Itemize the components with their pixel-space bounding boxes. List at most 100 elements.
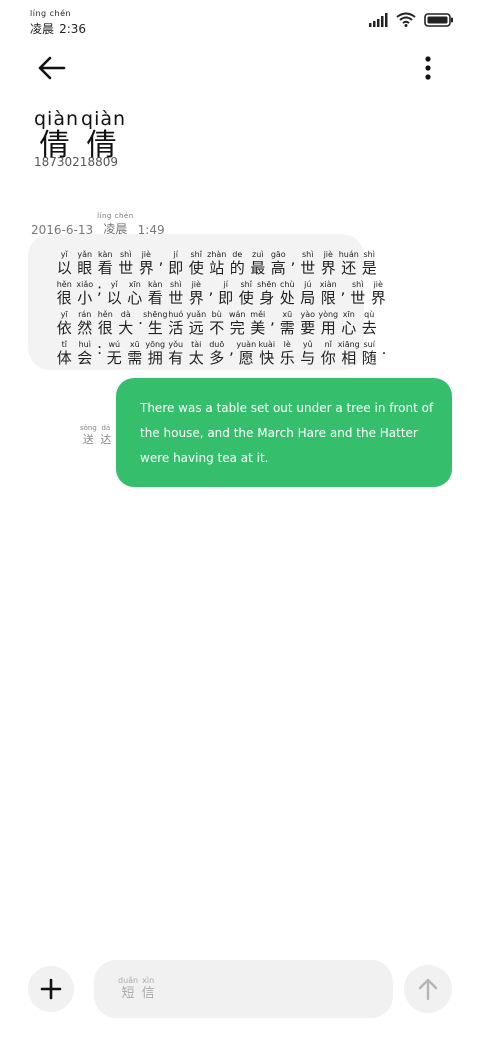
delivered-status-char: dá 达	[100, 424, 112, 446]
ruby-char: hěn 很	[97, 310, 113, 337]
ruby-char: shǐ 使	[188, 250, 204, 277]
more-vertical-icon	[425, 56, 431, 80]
ruby-char: kuài 快	[258, 340, 276, 367]
ruby-char: kàn 看	[97, 250, 113, 277]
ruby-char: xū 需	[279, 310, 295, 337]
ruby-char: huó 活	[168, 310, 184, 337]
ruby-char: xiàn 限	[319, 280, 337, 307]
message-input[interactable]: duǎn 短 xìn 信	[94, 960, 393, 1018]
send-arrow-icon	[418, 978, 438, 1001]
ruby-char: shēn 身	[257, 280, 277, 307]
ruby-char: ,	[270, 310, 275, 328]
ruby-char: .	[381, 340, 387, 358]
status-icons	[368, 12, 454, 27]
ruby-char: yǎn 眼	[77, 250, 93, 277]
ruby-char: jí 即	[218, 280, 234, 307]
status-time-ruby: líng chén	[30, 9, 72, 18]
ruby-char: yǐ 以	[56, 250, 72, 277]
message-line: hěn 很 xiǎo 小; yǐ 以 xīn 心 kàn 看 shì 世 jiè 界, jí 即 shǐ 使 shē…	[54, 280, 386, 307]
incoming-message-bubble[interactable]: yǐ 以 yǎn 眼 kàn 看 shì 世 jiè 界, jí 即 shǐ 使 zhàn 站 de 的 zuì 最 g…	[28, 234, 387, 370]
ruby-char: qù 去	[361, 310, 377, 337]
ruby-char: jiè 界	[370, 280, 386, 307]
ruby-char: xū 需	[127, 340, 143, 367]
back-button[interactable]	[32, 52, 72, 84]
outgoing-message-bubble[interactable]: There was a table set out under a tree i…	[116, 378, 452, 487]
ruby-char: tǐ 体	[56, 340, 72, 367]
ruby-char: ;	[96, 280, 103, 298]
ruby-char: jiè 界	[138, 250, 154, 277]
ruby-char: shì 世	[350, 280, 366, 307]
ruby-char: ,	[158, 250, 164, 268]
ruby-char: zhàn 站	[207, 250, 227, 277]
ruby-char: :	[96, 340, 103, 358]
ruby-char: ,	[229, 340, 234, 358]
ruby-char: yǒu 有	[168, 340, 184, 367]
ruby-char: yǐ 以	[106, 280, 122, 307]
send-button[interactable]	[404, 965, 452, 1013]
back-arrow-icon	[38, 56, 66, 80]
ruby-char: ,	[340, 280, 346, 298]
ruby-char: shì 世	[118, 250, 134, 277]
ruby-char: huì 会	[77, 340, 93, 367]
ruby-char: rán 然	[77, 310, 93, 337]
ruby-char: xiāng 相	[337, 340, 360, 367]
ruby-char: dà 大	[118, 310, 134, 337]
ruby-char: shì 是	[361, 250, 377, 277]
ruby-char: měi 美	[250, 310, 266, 337]
placeholder-char: duǎn 短	[118, 976, 139, 1001]
ruby-char: yòng 用	[318, 310, 339, 337]
ruby-char: jiè 界	[188, 280, 204, 307]
ruby-char: shì 世	[300, 250, 316, 277]
ruby-char: shǐ 使	[238, 280, 254, 307]
ruby-char: nǐ 你	[320, 340, 336, 367]
ruby-char: suí 随	[361, 340, 377, 367]
ruby-char: gāo 高	[270, 250, 286, 277]
ruby-char: jí 即	[168, 250, 184, 277]
ruby-char: hěn 很	[56, 280, 72, 307]
ruby-char: ,	[208, 280, 214, 298]
ruby-char: yōng 拥	[145, 340, 166, 367]
ruby-char: xīn 心	[127, 280, 143, 307]
ruby-char: ,	[290, 250, 296, 268]
ruby-char: yào 要	[300, 310, 316, 337]
message-line: yǐ 以 yǎn 眼 kàn 看 shì 世 jiè 界, jí 即 shǐ 使 zhàn 站 de 的 zuì 最 g…	[54, 250, 377, 277]
plus-icon	[40, 978, 62, 1000]
ruby-char: lè 乐	[279, 340, 295, 367]
delivered-status: sòng 送 dá 达	[80, 424, 113, 446]
message-line: tǐ 体 huì 会: wú 无 xū 需 yōng 拥 yǒu 有 tài 太 duō 多, yuàn 愿 kuà…	[54, 340, 387, 367]
ruby-char: de 的	[229, 250, 245, 277]
message-line: yī 依 rán 然 hěn 很 dà 大. shēng 生 huó 活 yuǎn 远 bù 不 wán 完 měi…	[54, 310, 377, 337]
status-time-value: 2:36	[59, 22, 87, 36]
ruby-char: bù 不	[209, 310, 225, 337]
ruby-char: jú 局	[300, 280, 316, 307]
ruby-char: jiè 界	[320, 250, 336, 277]
ruby-char: wú 无	[106, 340, 122, 367]
status-bar: líng chén 凌晨 2:36	[0, 0, 480, 40]
ruby-char: zuì 最	[250, 250, 266, 277]
ruby-char: yǔ 与	[300, 340, 316, 367]
outgoing-message-text: There was a table set out under a tree i…	[140, 401, 434, 465]
ruby-char: yī 依	[56, 310, 72, 337]
ruby-char: xīn 心	[341, 310, 357, 337]
placeholder-char: xìn 信	[141, 976, 155, 1001]
ruby-char: duō 多	[209, 340, 225, 367]
message-thread-screen: líng chén 凌晨 2:36 qiàn 倩 qiàn 倩 18730218…	[0, 0, 480, 1040]
add-attachment-button[interactable]	[28, 966, 74, 1012]
ruby-char: chù 处	[279, 280, 295, 307]
ruby-char: shēng 生	[143, 310, 168, 337]
more-options-button[interactable]	[412, 52, 444, 84]
incoming-message-text: yǐ 以 yǎn 眼 kàn 看 shì 世 jiè 界, jí 即 shǐ 使 zhàn 站 de 的 zuì 最 g…	[54, 250, 387, 367]
battery-icon	[424, 12, 453, 27]
ruby-char: yuàn 愿	[236, 340, 257, 367]
ruby-char: huán 还	[338, 250, 359, 277]
wifi-icon	[396, 12, 416, 27]
ruby-char: tài 太	[188, 340, 204, 367]
ruby-char: wán 完	[228, 310, 246, 337]
status-time: líng chén 凌晨 2:36	[30, 10, 86, 37]
delivered-status-char: sòng 送	[80, 424, 97, 446]
ruby-char: xiǎo 小	[76, 280, 94, 307]
ruby-char: yuǎn 远	[186, 310, 207, 337]
contact-number: 18730218809	[34, 155, 118, 169]
ruby-char: shì 世	[168, 280, 184, 307]
signal-icon	[369, 12, 388, 27]
